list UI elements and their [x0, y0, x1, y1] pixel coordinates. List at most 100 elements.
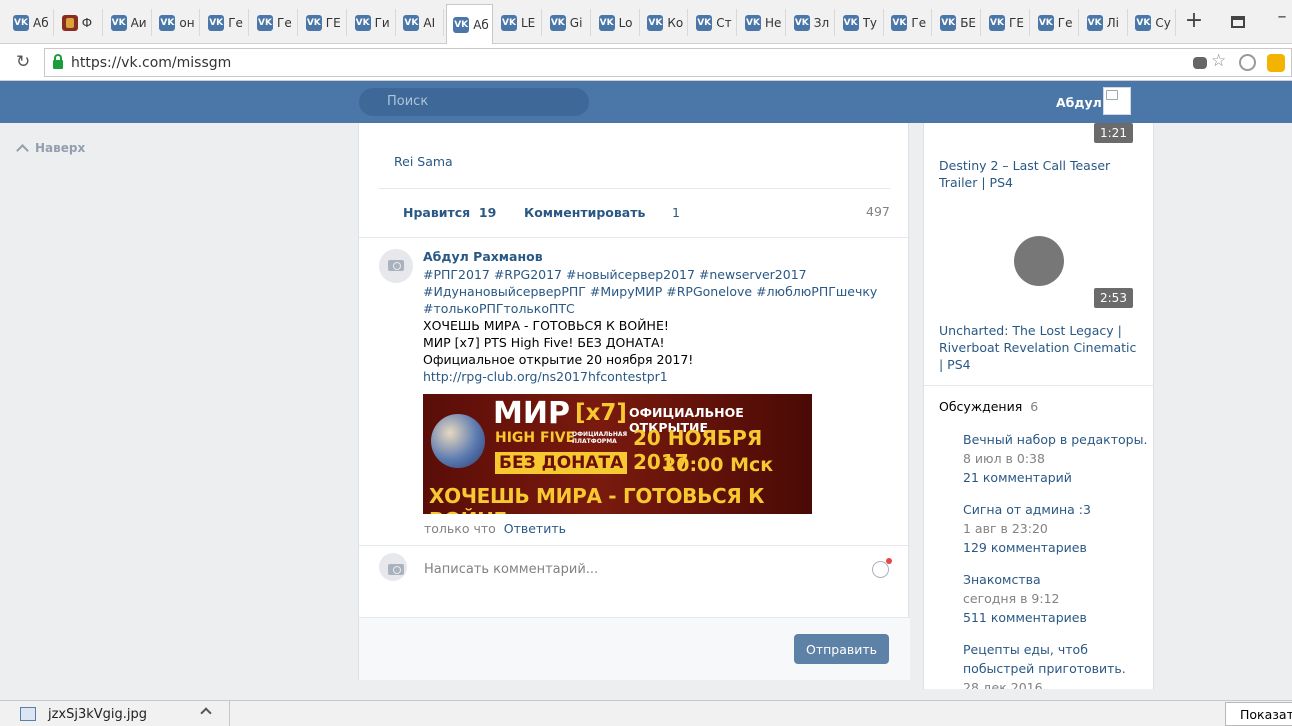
prev-comment-author[interactable]: Rei Sama: [394, 154, 453, 169]
tab-title: Не: [765, 15, 782, 30]
banner-x7: [x7]: [575, 400, 627, 426]
topic-title[interactable]: Вечный набор в редакторы.: [963, 430, 1148, 449]
tab[interactable]: VK АІ: [397, 9, 445, 36]
tab[interactable]: Ф: [56, 9, 103, 36]
video-thumbnail[interactable]: [1014, 236, 1064, 286]
reload-icon[interactable]: ↻: [16, 52, 30, 72]
divider: [359, 545, 910, 546]
banner-platform: ОФИЦИАЛЬНАЯ ПЛАТФОРМА: [572, 431, 628, 445]
mail-extension-icon[interactable]: [1239, 54, 1256, 71]
tab[interactable]: VK Ге: [885, 9, 933, 36]
topic-title[interactable]: Сигна от админа :3: [963, 500, 1148, 519]
search-input[interactable]: Поиск: [359, 88, 589, 116]
tab[interactable]: VK Лі: [1081, 9, 1128, 36]
url-field[interactable]: https://vk.com/missgm ☆: [44, 48, 1292, 77]
tab-title: Ге: [277, 15, 292, 30]
topic-title[interactable]: Рецепты еды, чтоб побыстрей приготовить.: [963, 640, 1148, 678]
tab[interactable]: VK Ге: [202, 9, 250, 36]
tab-title: он: [179, 15, 195, 30]
star-icon[interactable]: ☆: [1211, 51, 1229, 71]
vk-icon: VK: [208, 14, 225, 31]
new-tab-button[interactable]: +: [1182, 8, 1206, 33]
hashtags[interactable]: #ИдунановыйсерверРПГ #МируМИР #RPGonelov…: [423, 283, 903, 300]
tab-title: Ст: [716, 15, 732, 30]
comment-text: ХОЧЕШЬ МИРА - ГОТОВЬСЯ К ВОЙНЕ!: [423, 318, 669, 333]
hashtags[interactable]: #РПГ2017 #RPG2017 #новыйсервер2017 #news…: [423, 266, 903, 283]
comment-author[interactable]: Абдул Рахманов: [423, 248, 903, 265]
tab[interactable]: VK БЕ: [934, 9, 982, 36]
vk-icon: VK: [793, 14, 810, 31]
tab[interactable]: VK Аи: [105, 9, 152, 36]
commenter-avatar[interactable]: [379, 249, 413, 283]
discussion-item[interactable]: Рецепты еды, чтоб побыстрей приготовить.…: [963, 640, 1148, 689]
vk-icon: VK: [501, 14, 517, 31]
topic-date: 8 июл в 0:38: [963, 451, 1045, 466]
discussions-header[interactable]: Обсуждения 6: [939, 399, 1038, 414]
emoji-icon[interactable]: [872, 558, 892, 578]
tab[interactable]: VK Ст: [690, 9, 738, 36]
video-title[interactable]: Destiny 2 – Last Call Teaser Trailer | P…: [939, 157, 1144, 191]
vk-icon: VK: [598, 14, 615, 31]
download-filename[interactable]: jzxSj3kVgig.jpg: [48, 707, 147, 722]
tab[interactable]: VK Ко: [641, 9, 689, 36]
comment-link[interactable]: http://rpg-club.org/ns2017hfcontestpr1: [423, 368, 903, 385]
tab-title: ГЕ: [1009, 15, 1024, 30]
topic-title[interactable]: Знакомства: [963, 570, 1148, 589]
video-title[interactable]: Uncharted: The Lost Legacy | Riverboat R…: [939, 322, 1139, 373]
hashtags[interactable]: #толькоРПГтолькоПТС: [423, 300, 903, 317]
discussion-item[interactable]: Сигна от админа :3 1 авг в 23:20 129 комме…: [963, 500, 1148, 557]
banner-image[interactable]: МИР [x7] HIGH FIVE ОФИЦИАЛЬНАЯ ПЛАТФОРМА…: [423, 394, 812, 514]
scroll-top-button[interactable]: Наверх: [16, 141, 85, 157]
chat-extension-icon[interactable]: [1267, 54, 1285, 72]
tab[interactable]: VK ГЕ: [300, 9, 347, 36]
tab[interactable]: VK Ги: [349, 9, 396, 36]
tab[interactable]: VK Ге: [251, 9, 298, 36]
topic-comments[interactable]: 511 комментариев: [963, 608, 1148, 627]
topic-comments[interactable]: 21 комментарий: [963, 468, 1148, 487]
tab[interactable]: VK Gi: [544, 9, 591, 36]
comment-label: Комментировать: [524, 205, 646, 220]
discussion-item[interactable]: Вечный набор в редакторы. 8 июл в 0:38 21 …: [963, 430, 1148, 487]
discussion-item[interactable]: Знакомства сегодня в 9:12 511 комментариев: [963, 570, 1148, 627]
tab[interactable]: VK Lo: [593, 9, 640, 36]
extension-blocked-icon[interactable]: [1193, 57, 1207, 69]
comment-input[interactable]: Написать комментарий...: [424, 562, 598, 577]
tab[interactable]: VK Аб: [7, 9, 54, 36]
address-bar: ↻ https://vk.com/missgm ☆: [0, 44, 1292, 81]
tab[interactable]: VK он: [153, 9, 201, 36]
tab[interactable]: VK LE: [495, 9, 542, 36]
tab[interactable]: VK ГЕ: [983, 9, 1030, 36]
avatar[interactable]: [1103, 87, 1131, 115]
tab-title: Ги: [374, 15, 390, 30]
url-text: https://vk.com/missgm: [71, 54, 232, 71]
tab-title: LE: [521, 15, 536, 30]
like-button[interactable]: Нравится 19: [403, 205, 496, 220]
tab[interactable]: VK Не: [739, 9, 786, 36]
minimize-window-icon[interactable]: –: [1270, 6, 1292, 27]
vk-icon: VK: [354, 14, 371, 31]
reply-link[interactable]: Ответить: [504, 521, 566, 536]
tab[interactable]: VK Су: [1129, 9, 1177, 36]
tab[interactable]: VK Ту: [837, 9, 884, 36]
tab-title: Аб: [473, 17, 489, 32]
tab[interactable]: VK Ге: [1032, 9, 1079, 36]
chevron-up-icon[interactable]: [200, 707, 212, 719]
send-button[interactable]: Отправить: [794, 634, 889, 664]
restore-window-icon[interactable]: [1226, 12, 1250, 33]
comment-count: 1: [672, 205, 680, 220]
topic-comments[interactable]: 129 комментариев: [963, 538, 1148, 557]
comment-text: Официальное открытие 20 ноября 2017!: [423, 352, 694, 367]
vk-icon: VK: [257, 14, 273, 31]
tab-title: Су: [1155, 15, 1171, 30]
vk-header: Поиск Абдул: [0, 81, 1292, 123]
right-sidebar: 1:21 Destiny 2 – Last Call Teaser Traile…: [923, 123, 1154, 689]
tab[interactable]: VK Зл: [788, 9, 835, 36]
globe-emblem-icon: [431, 414, 485, 468]
banner-mir: МИР: [493, 396, 570, 431]
user-name[interactable]: Абдул: [1056, 95, 1102, 110]
tab[interactable]: VK Аб: [446, 4, 494, 44]
divider: [924, 385, 1153, 386]
comment-button[interactable]: Комментировать: [524, 205, 645, 220]
show-all-button[interactable]: Показать: [1225, 702, 1292, 726]
vk-icon: VK: [940, 14, 957, 31]
